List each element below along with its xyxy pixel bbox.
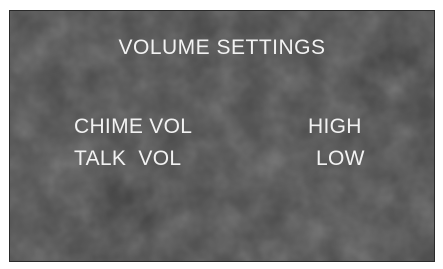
talk-vol-value[interactable]: LOW <box>316 147 365 171</box>
chime-vol-label[interactable]: CHIME VOL <box>74 115 192 139</box>
screen-title: VOLUME SETTINGS <box>118 36 326 59</box>
photo-frame: VOLUME SETTINGS CHIME VOL HIGH TALK VOL … <box>0 0 443 269</box>
osd-screen: VOLUME SETTINGS CHIME VOL HIGH TALK VOL … <box>9 10 435 262</box>
chime-vol-value[interactable]: HIGH <box>308 115 362 139</box>
talk-vol-label[interactable]: TALK VOL <box>74 147 181 171</box>
